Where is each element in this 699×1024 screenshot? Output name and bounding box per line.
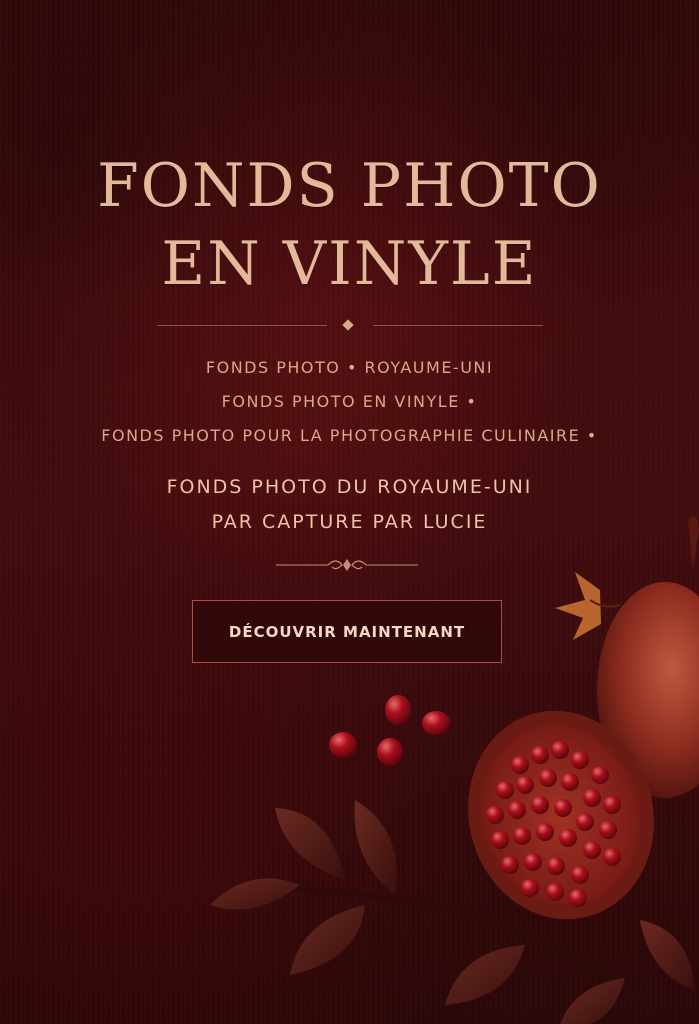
subtitle-line-3: FONDS PHOTO POUR LA PHOTOGRAPHIE CULINAI… — [101, 426, 598, 445]
hero-title-line-2: EN VINYLE — [161, 229, 538, 299]
ornament-flourish-icon — [276, 559, 418, 571]
halved-pomegranate — [468, 710, 654, 920]
subtitle-line-2: FONDS PHOTO EN VINYLE • — [221, 392, 478, 411]
divider-line-left — [157, 325, 327, 326]
tagline-line-1: FONDS PHOTO DU ROYAUME-UNI — [166, 476, 533, 498]
loose-seeds — [329, 695, 450, 766]
divider-line-right — [373, 325, 543, 326]
hero-title-line-1: FONDS PHOTO — [97, 151, 602, 221]
leafy-branch — [210, 800, 695, 1024]
subtitle-line-1: FONDS PHOTO • ROYAUME-UNI — [205, 358, 494, 377]
whole-pomegranate — [555, 516, 699, 798]
diamond-divider — [157, 318, 543, 332]
tagline-line-2: PAR CAPTURE PAR LUCIE — [211, 511, 488, 533]
diamond-icon — [342, 319, 354, 331]
discover-now-button[interactable]: DÉCOUVRIR MAINTENANT — [192, 600, 502, 663]
